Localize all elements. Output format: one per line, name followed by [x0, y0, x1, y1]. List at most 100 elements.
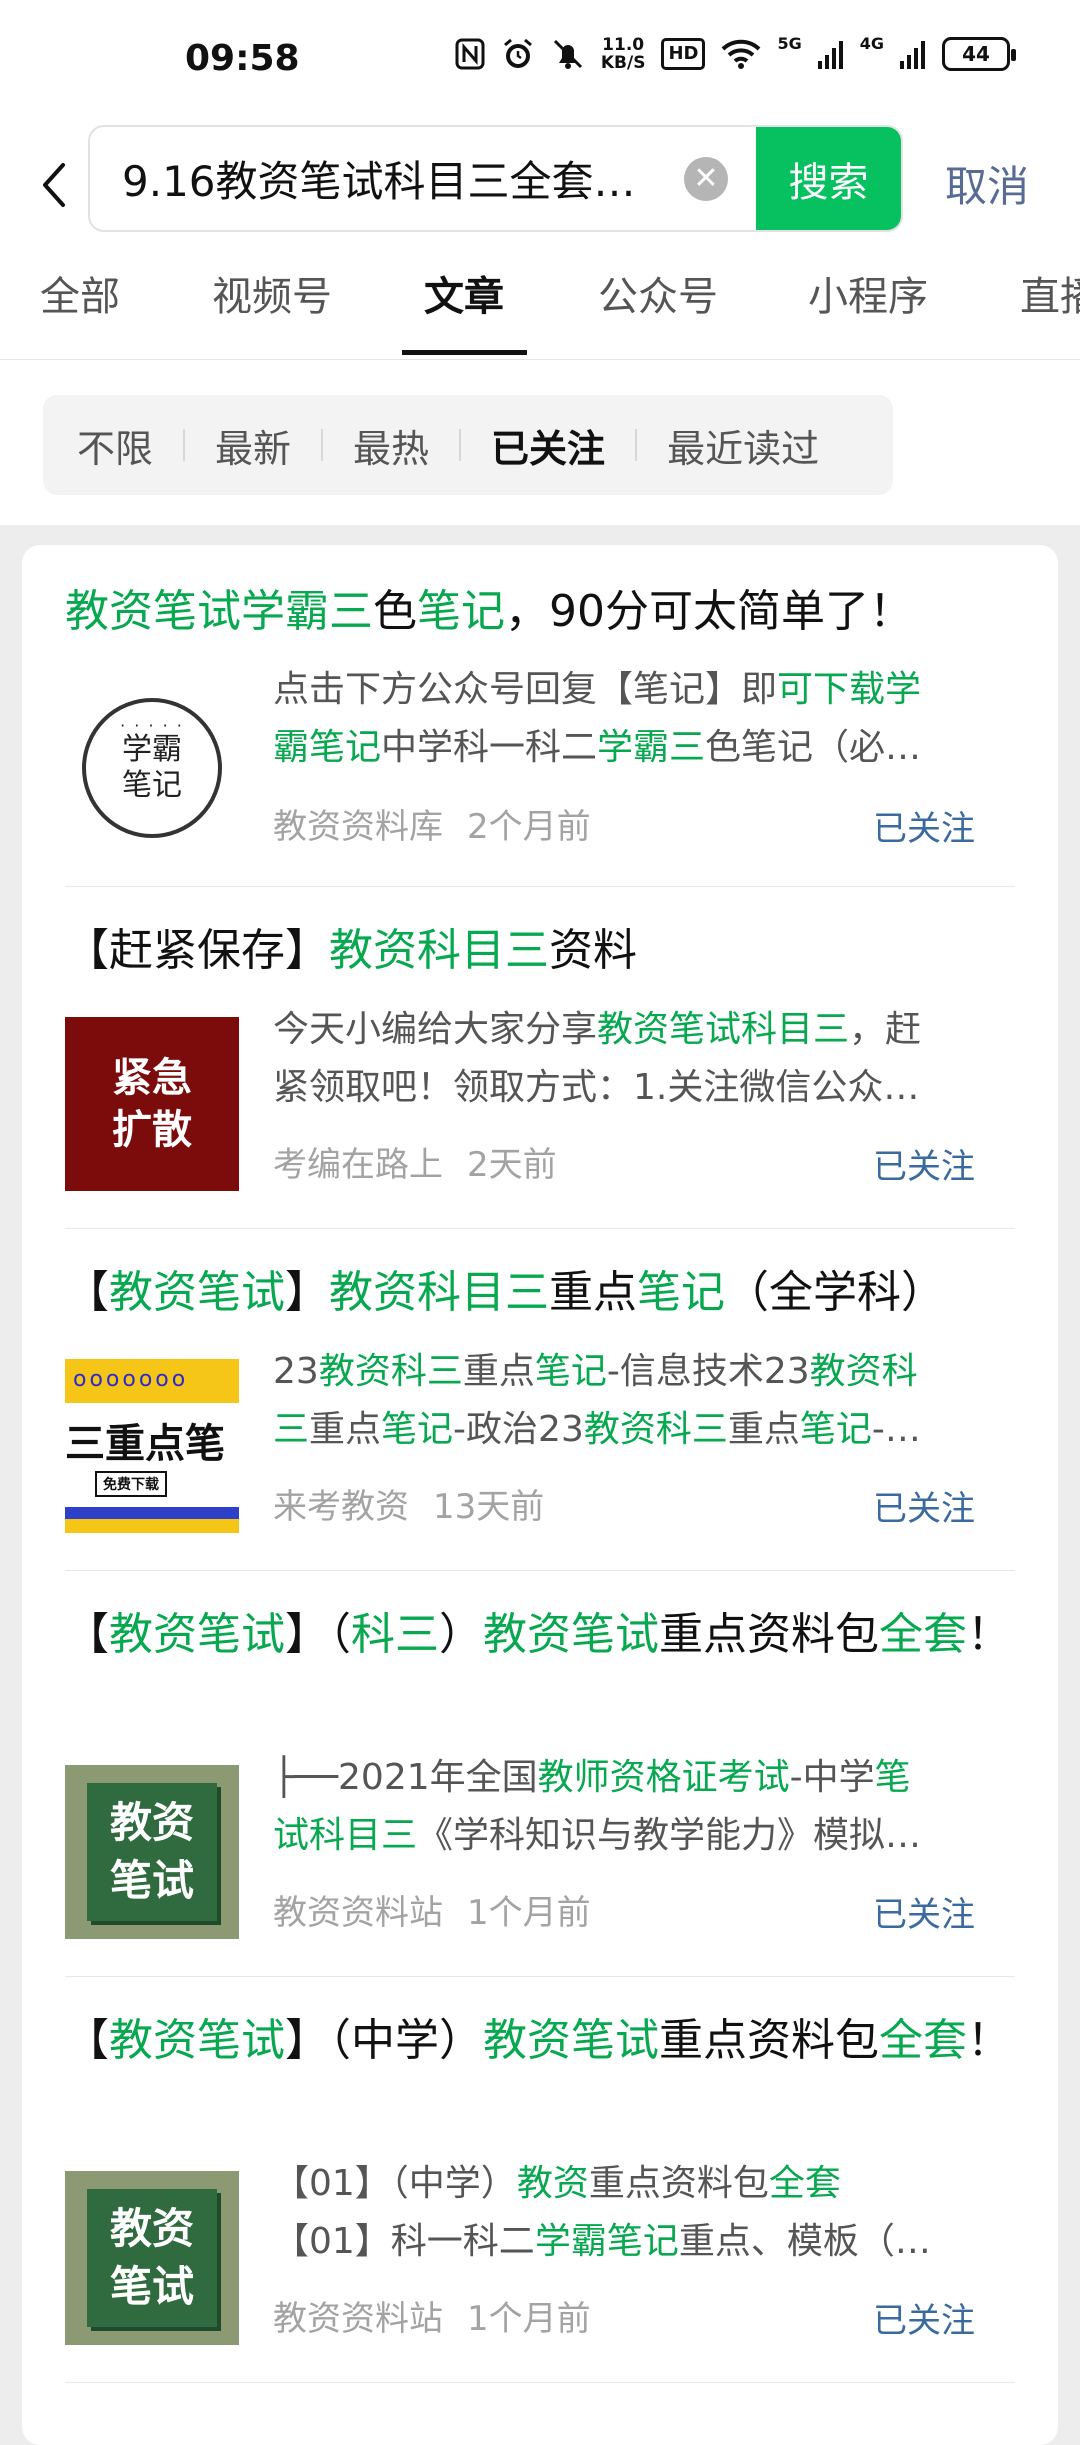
article-title: 【教资笔试】教资科目三重点笔记（全学科）	[65, 1261, 1015, 1325]
snippet-line: 三重点笔记-政治23教资科三重点笔记-…	[273, 1401, 983, 1459]
filter-bar: 不限 最新 最热 已关注 最近读过	[43, 395, 893, 495]
signal-4g-icon	[900, 39, 926, 69]
snippet-line: 点击下方公众号回复【笔记】即可下载学	[273, 661, 983, 719]
keyword-highlight: 三	[273, 1409, 310, 1450]
keyword-highlight: 教资科目三	[329, 925, 549, 976]
tab-all[interactable]: 全部	[40, 264, 120, 322]
status-time: 09:58	[185, 38, 300, 79]
tab-live[interactable]: 直播	[1020, 264, 1080, 322]
followed-label: 已关注	[873, 809, 975, 849]
tab-official-accounts[interactable]: 公众号	[598, 264, 718, 322]
signal-5g-icon	[817, 39, 844, 69]
search-button[interactable]: 搜索	[756, 127, 901, 230]
article-meta: 考编在路上 2天前	[273, 1137, 557, 1186]
article-meta: 来考教资 13天前	[273, 1479, 544, 1528]
followed-label: 已关注	[873, 1147, 975, 1187]
text-segment: ，90分可太简单了！	[505, 586, 913, 637]
article-meta: 教资资料库 2个月前	[273, 799, 591, 848]
article-result[interactable]: 【教资笔试】（中学）教资笔试重点资料包全套！ 教资 笔试 【01】（中学）教资重…	[65, 1977, 1015, 2383]
thumbnail-logo: 教资 笔试	[87, 1783, 217, 1921]
article-result[interactable]: 【教资笔试】（科三）教资笔试重点资料包全套！ 教资 笔试 ├──2021年全国教…	[65, 1571, 1015, 1977]
signal-5g-label: 5G	[777, 34, 802, 53]
article-title: 【教资笔试】（科三）教资笔试重点资料包全套！	[65, 1603, 1015, 1667]
text-segment: 《学科知识与教学能力》模拟…	[417, 1815, 922, 1856]
article-source: 教资资料站	[273, 1893, 443, 1933]
keyword-highlight: 学霸笔记	[534, 2221, 679, 2262]
filter-hottest[interactable]: 最热	[353, 418, 429, 473]
battery-icon: 44	[942, 37, 1016, 71]
battery-level: 44	[962, 42, 990, 66]
article-snippet: 今天小编给大家分享教资笔试科目三，赶 紧领取吧！领取方式：1.关注微信公众…	[273, 1001, 983, 1117]
tab-channels[interactable]: 视频号	[212, 264, 332, 322]
filter-any[interactable]: 不限	[77, 418, 153, 473]
tab-mini-programs[interactable]: 小程序	[808, 264, 928, 322]
thumbnail-text: 扩散	[112, 1107, 192, 1153]
text-segment: 紧领取吧！领取方式：1.关注微信公众…	[273, 1067, 920, 1108]
keyword-highlight: 试科目三	[273, 1815, 418, 1856]
text-segment: 】（	[285, 1609, 351, 1660]
article-thumbnail: 紧急 扩散	[65, 1017, 239, 1191]
search-row: ✕ 搜索 取消	[0, 125, 1080, 240]
back-button[interactable]	[34, 155, 74, 215]
text-segment: -信息技术23	[606, 1351, 810, 1392]
keyword-highlight: 学霸三	[597, 727, 706, 768]
text-segment: ！	[967, 1609, 1011, 1660]
netspeed-unit: KB/S	[600, 53, 646, 73]
text-segment: 资料	[549, 925, 637, 976]
followed-label: 已关注	[873, 2301, 975, 2341]
text-segment: -…	[871, 1409, 921, 1450]
article-meta: 教资资料站 1个月前	[273, 1885, 591, 1934]
article-result[interactable]: 【教资笔试】教资科目三重点笔记（全学科） ooooooo 三重点笔 免费下载 2…	[65, 1229, 1015, 1571]
thumbnail-text: 笔记	[122, 768, 182, 803]
keyword-highlight: 教资笔试科目三	[597, 1009, 850, 1050]
clear-icon[interactable]: ✕	[684, 156, 728, 201]
text-segment: -中学	[789, 1757, 875, 1798]
article-thumbnail: 教资 笔试	[65, 2171, 239, 2345]
keyword-highlight: 笔记	[381, 1409, 454, 1450]
filter-latest[interactable]: 最新	[215, 418, 291, 473]
article-title: 教资笔试学霸三色笔记，90分可太简单了！	[65, 580, 1015, 644]
snippet-line: ├──2021年全国教师资格证考试-中学笔	[273, 1749, 983, 1807]
followed-label: 已关注	[873, 1895, 975, 1935]
search-input[interactable]	[90, 127, 670, 230]
text-segment: 【	[65, 1609, 109, 1660]
article-thumbnail: 教资 笔试	[65, 1765, 239, 1939]
text-segment: 重点	[549, 1267, 637, 1318]
keyword-highlight: 教资笔试	[109, 1609, 285, 1660]
filter-followed[interactable]: 已关注	[491, 418, 605, 473]
wifi-icon	[721, 38, 761, 70]
text-segment: 重点	[309, 1409, 382, 1450]
snippet-line: 霸笔记中学科一科二学霸三色笔记（必…	[273, 719, 983, 777]
text-segment: 色笔记（必…	[705, 727, 922, 768]
keyword-highlight: 可下载学	[777, 669, 922, 710]
snippet-line: 今天小编给大家分享教资笔试科目三，赶	[273, 1001, 983, 1059]
filter-divider	[459, 429, 462, 461]
article-thumbnail: ooooooo 三重点笔 免费下载	[65, 1359, 239, 1533]
mute-icon	[551, 37, 585, 71]
article-source: 教资资料站	[273, 2299, 443, 2339]
article-snippet: 点击下方公众号回复【笔记】即可下载学 霸笔记中学科一科二学霸三色笔记（必…	[273, 661, 983, 777]
tab-articles[interactable]: 文章	[424, 264, 504, 322]
article-snippet: 23教资科三重点笔记-信息技术23教资科 三重点笔记-政治23教资科三重点笔记-…	[273, 1343, 983, 1459]
active-tab-indicator	[402, 350, 527, 355]
keyword-highlight: 教资科	[809, 1351, 918, 1392]
results-list: 教资笔试学霸三色笔记，90分可太简单了！ 学霸 笔记 点击下方公众号回复【笔记】…	[22, 545, 1058, 2445]
keyword-highlight: 笔记	[534, 1351, 607, 1392]
keyword-highlight: 科三	[351, 1609, 439, 1660]
article-result[interactable]: 教资笔试学霸三色笔记，90分可太简单了！ 学霸 笔记 点击下方公众号回复【笔记】…	[65, 545, 1015, 887]
filter-recently-read[interactable]: 最近读过	[667, 418, 819, 473]
article-snippet: ├──2021年全国教师资格证考试-中学笔 试科目三《学科知识与教学能力》模拟…	[273, 1749, 983, 1865]
article-result[interactable]: 【赶紧保存】教资科目三资料 紧急 扩散 今天小编给大家分享教资笔试科目三，赶 紧…	[65, 887, 1015, 1229]
thumbnail-band	[65, 1507, 239, 1519]
thumbnail-text: 学霸	[122, 732, 182, 767]
keyword-highlight: 笔记	[799, 1409, 872, 1450]
thumbnail-text: 教资	[109, 1798, 194, 1847]
alarm-icon	[501, 37, 535, 71]
cancel-button[interactable]: 取消	[945, 153, 1029, 214]
followed-label: 已关注	[873, 1489, 975, 1529]
thumbnail-logo: 教资 笔试	[87, 2189, 217, 2327]
article-title: 【赶紧保存】教资科目三资料	[65, 919, 1015, 983]
article-time: 1个月前	[467, 1893, 591, 1933]
snippet-line: 试科目三《学科知识与教学能力》模拟…	[273, 1807, 983, 1865]
thumbnail-text: 笔试	[109, 2262, 194, 2311]
